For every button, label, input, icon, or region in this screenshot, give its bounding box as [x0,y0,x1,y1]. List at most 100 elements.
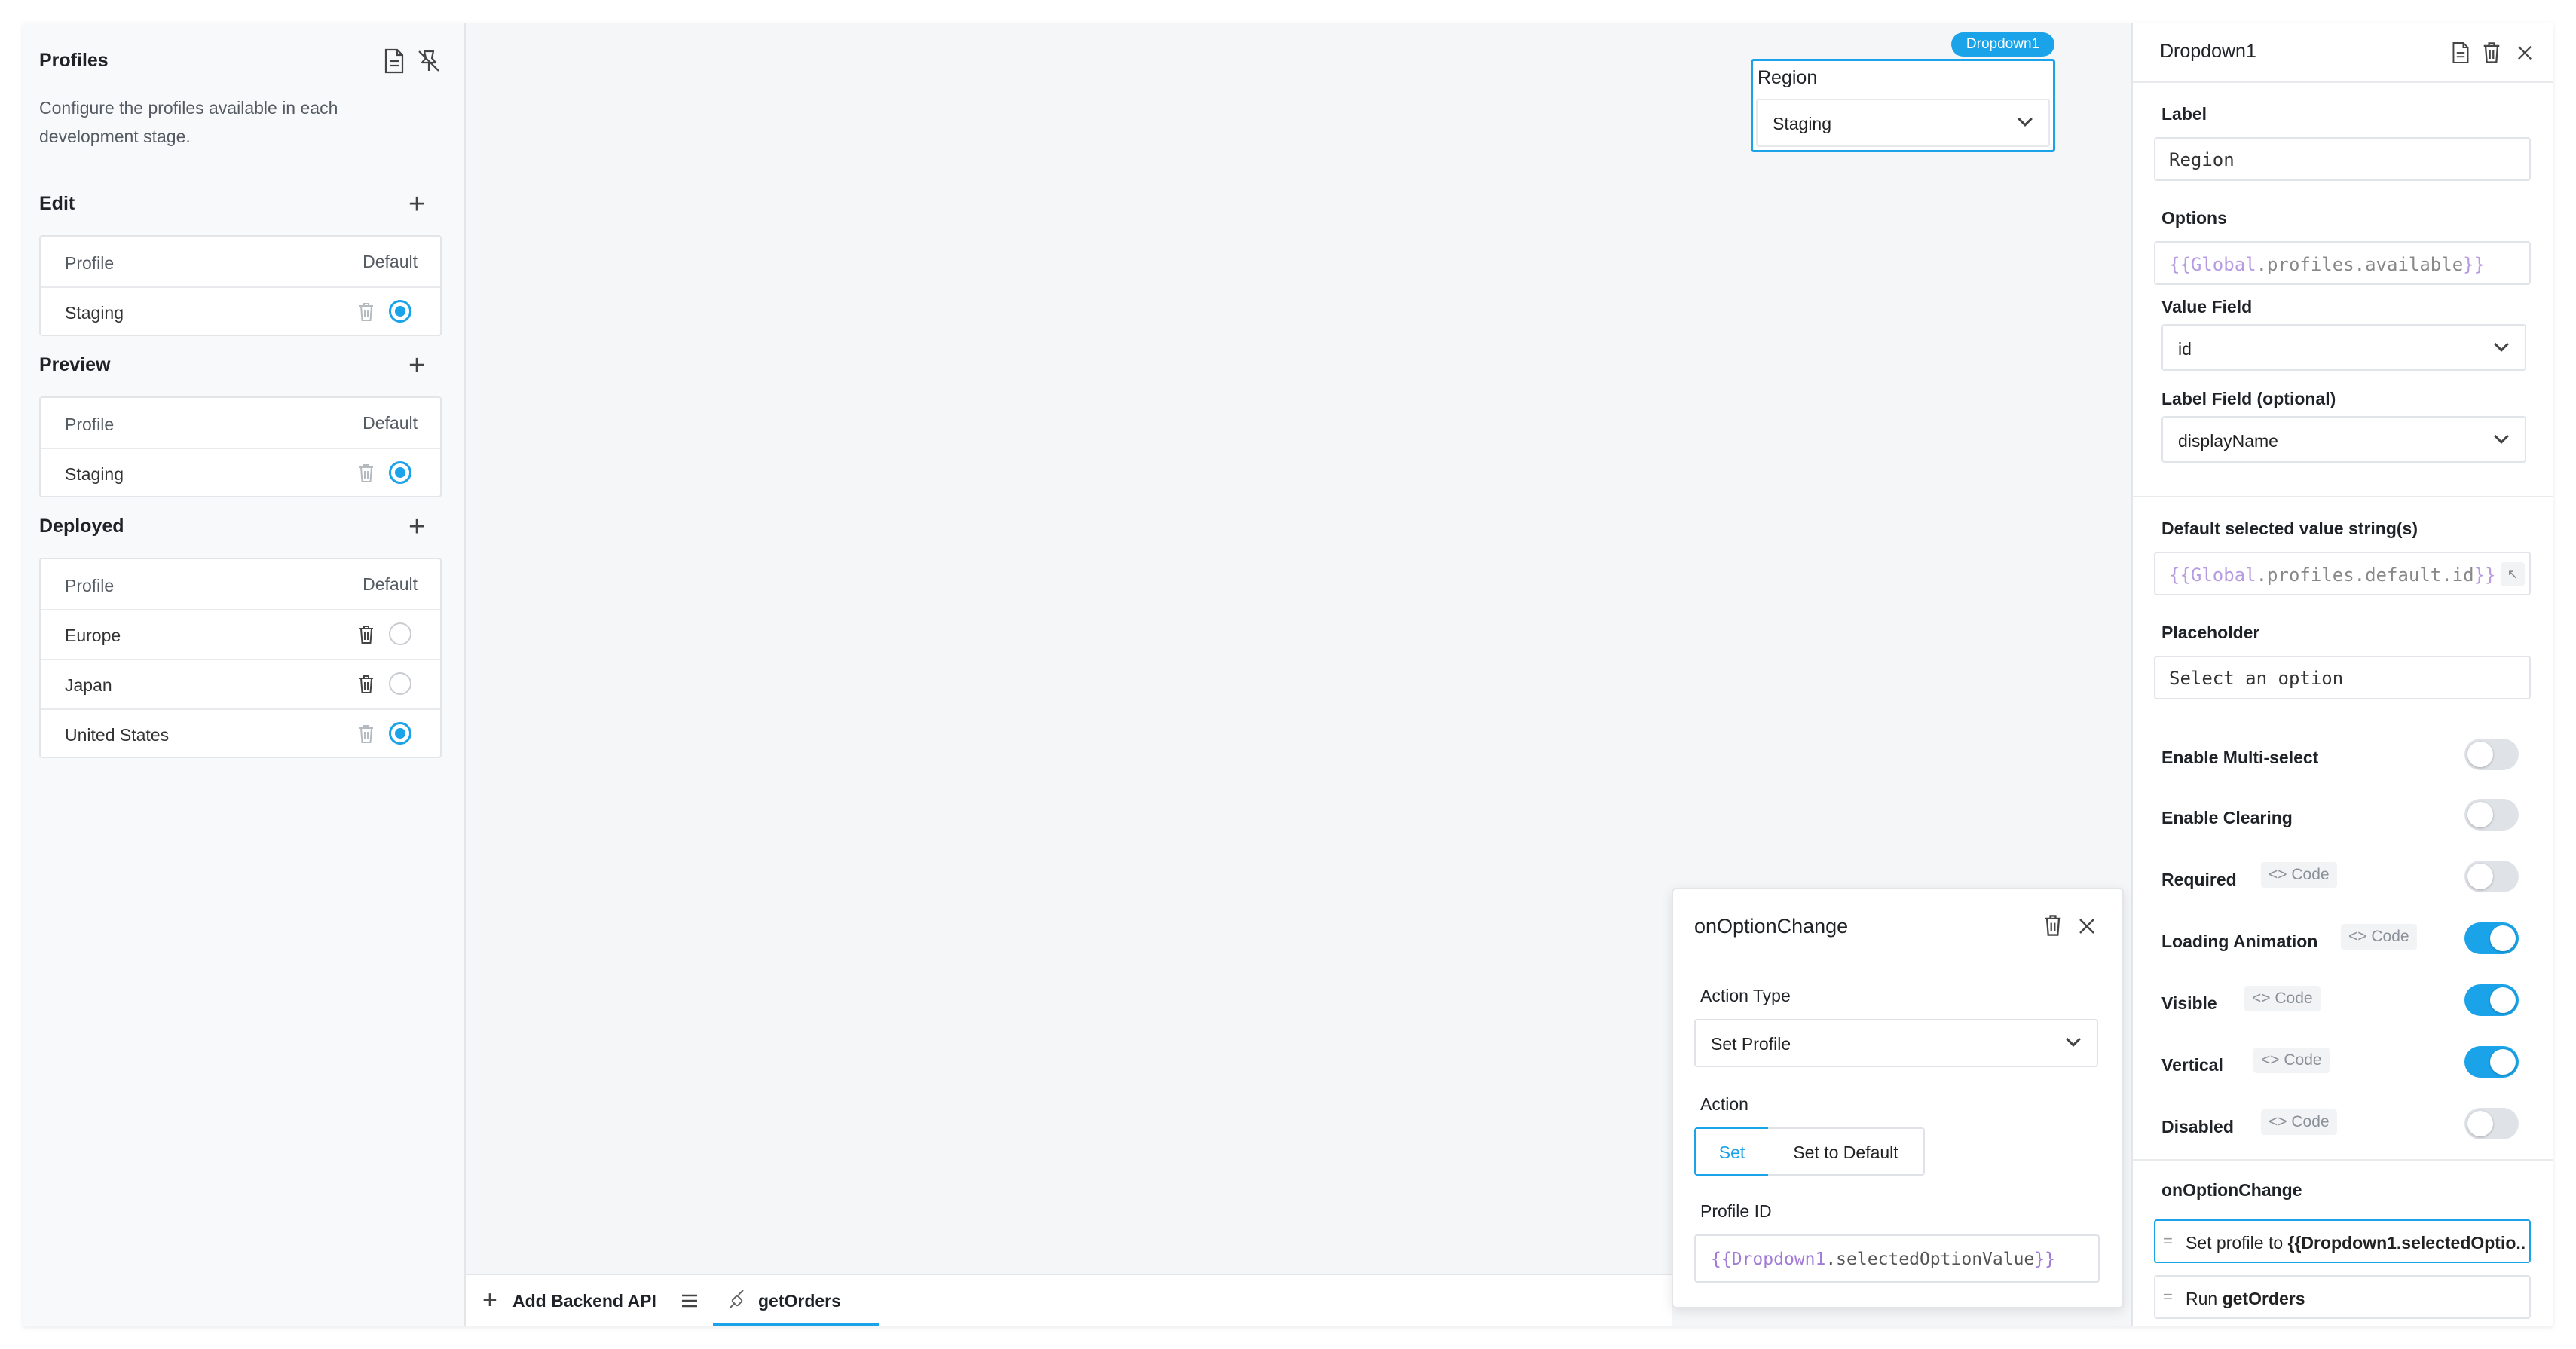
label-field-select[interactable]: displayName [2161,416,2526,463]
panel-description: Configure the profiles available in each… [39,98,338,146]
widget-selected-value: Staging [1773,114,1832,133]
action-option-set-to-default[interactable]: Set to Default [1768,1127,1925,1176]
profile-name: Staging [65,464,124,484]
action-type-select[interactable]: Set Profile [1694,1019,2098,1067]
add-preview-profile-button[interactable]: + [408,351,425,380]
toggle-label: Visible [2161,993,2217,1013]
drag-handle-icon[interactable]: = [2163,1287,2173,1307]
trash-icon[interactable] [357,723,375,745]
default-radio[interactable] [389,622,411,645]
action-option-set[interactable]: Set [1694,1127,1770,1176]
event-handler-set-profile[interactable]: = Set profile to {{Dropdown1.selectedOpt… [2154,1219,2531,1263]
expand-icon[interactable]: ↖ [2501,562,2525,586]
deployed-profiles-table: Profile Default Europe Japan United Stat… [39,558,442,758]
multi-select-toggle[interactable] [2464,739,2519,770]
profiles-panel: Profiles Configure the profiles availabl… [23,23,466,1326]
add-backend-api-button[interactable]: Add Backend API [512,1291,656,1311]
default-radio[interactable] [389,722,411,745]
api-plug-icon [729,1290,744,1309]
action-type-value: Set Profile [1711,1034,1791,1054]
placeholder-input[interactable]: Select an option [2154,656,2531,699]
section-title-edit: Edit [39,193,75,214]
options-value: {{Global.profiles.available}} [2169,254,2486,275]
trash-icon[interactable] [357,674,375,695]
disabled-toggle[interactable] [2464,1108,2519,1139]
trash-icon[interactable] [2042,913,2064,938]
tab-label: getOrders [758,1291,841,1311]
profile-id-label: Profile ID [1700,1201,1772,1221]
value-field-value: id [2178,339,2192,359]
panel-title: Profiles [39,50,109,71]
widget-badge[interactable]: Dropdown1 [1951,32,2054,57]
required-toggle[interactable] [2464,861,2519,892]
value-field-select[interactable]: id [2161,324,2526,371]
toggle-row-required: Required <> Code [2133,835,2553,897]
options-input[interactable]: {{Global.profiles.available}} [2154,241,2531,285]
panel-title: Dropdown1 [2160,41,2256,62]
event-handler-run-query[interactable]: = Run getOrders [2154,1275,2531,1319]
visible-toggle[interactable] [2464,984,2519,1016]
add-edit-profile-button[interactable]: + [408,190,425,219]
loading-animation-toggle[interactable] [2464,922,2519,954]
code-badge[interactable]: <> Code [2261,862,2337,888]
vertical-toggle[interactable] [2464,1046,2519,1078]
value-field-label: Value Field [2161,297,2253,317]
chevron-down-icon [2494,429,2509,444]
label-input[interactable]: Region [2154,137,2531,181]
toggle-row-visible: Visible <> Code [2133,959,2553,1020]
action-option-label: Set to Default [1793,1143,1898,1162]
close-icon[interactable] [2079,918,2095,935]
event-handlers-label: onOptionChange [2161,1180,2302,1200]
drag-handle-icon[interactable]: = [2163,1231,2173,1251]
table-header: Profile Default [41,398,440,446]
event-handler-text: Set profile to {{Dropdown1.selectedOptio… [2186,1233,2525,1253]
default-radio[interactable] [389,672,411,695]
profile-id-input[interactable]: {{Dropdown1.selectedOptionValue}} [1694,1234,2100,1283]
toggle-row-disabled: Disabled <> Code [2133,1082,2553,1144]
profile-name: Staging [65,303,124,323]
code-badge[interactable]: <> Code [2341,924,2417,950]
list-icon[interactable] [681,1293,698,1308]
label-field-optional-label: Label Field (optional) [2161,389,2336,408]
close-icon[interactable] [2517,45,2532,60]
section-title-deployed: Deployed [39,515,124,537]
add-deployed-profile-button[interactable]: + [408,512,425,541]
divider [2133,1159,2553,1161]
code-badge[interactable]: <> Code [2253,1048,2330,1073]
tab-getorders[interactable]: getOrders [713,1275,879,1326]
divider [2133,496,2553,497]
trash-icon[interactable] [357,301,375,323]
table-row: Staging [41,448,440,496]
column-header-profile: Profile [65,576,115,595]
trash-icon[interactable] [2481,41,2502,65]
label-input-value: Region [2169,149,2235,170]
table-row: Staging [41,286,440,335]
document-icon[interactable] [2451,41,2470,65]
clearing-toggle[interactable] [2464,799,2519,831]
profile-name: Japan [65,675,112,695]
column-header-profile: Profile [65,253,115,273]
default-radio[interactable] [389,300,411,323]
widget-select[interactable]: Staging [1756,99,2050,147]
profile-name: United States [65,725,170,745]
trash-icon[interactable] [357,463,375,484]
code-badge[interactable]: <> Code [2261,1109,2337,1135]
toggle-row-enable-clearing: Enable Clearing [2133,773,2553,835]
unpin-icon[interactable] [416,48,442,74]
profile-id-value: {{Dropdown1.selectedOptionValue}} [1711,1250,2055,1269]
toggle-label: Required [2161,870,2237,889]
chevron-down-icon [2018,112,2033,127]
event-handler-text: Run getOrders [2186,1289,2305,1308]
section-title-preview: Preview [39,354,111,375]
column-header-default: Default [363,413,418,433]
placeholder-label: Placeholder [2161,622,2260,642]
code-badge[interactable]: <> Code [2244,986,2321,1011]
popup-title: onOptionChange [1694,915,1849,938]
trash-icon[interactable] [357,624,375,645]
document-icon[interactable] [383,48,405,74]
toggle-label: Vertical [2161,1055,2223,1075]
dropdown-widget[interactable]: Region Staging [1751,59,2055,152]
toggle-row-loading-animation: Loading Animation <> Code [2133,897,2553,959]
default-value-input[interactable]: {{Global.profiles.default.id}} ↖ [2154,552,2531,595]
default-radio[interactable] [389,461,411,484]
